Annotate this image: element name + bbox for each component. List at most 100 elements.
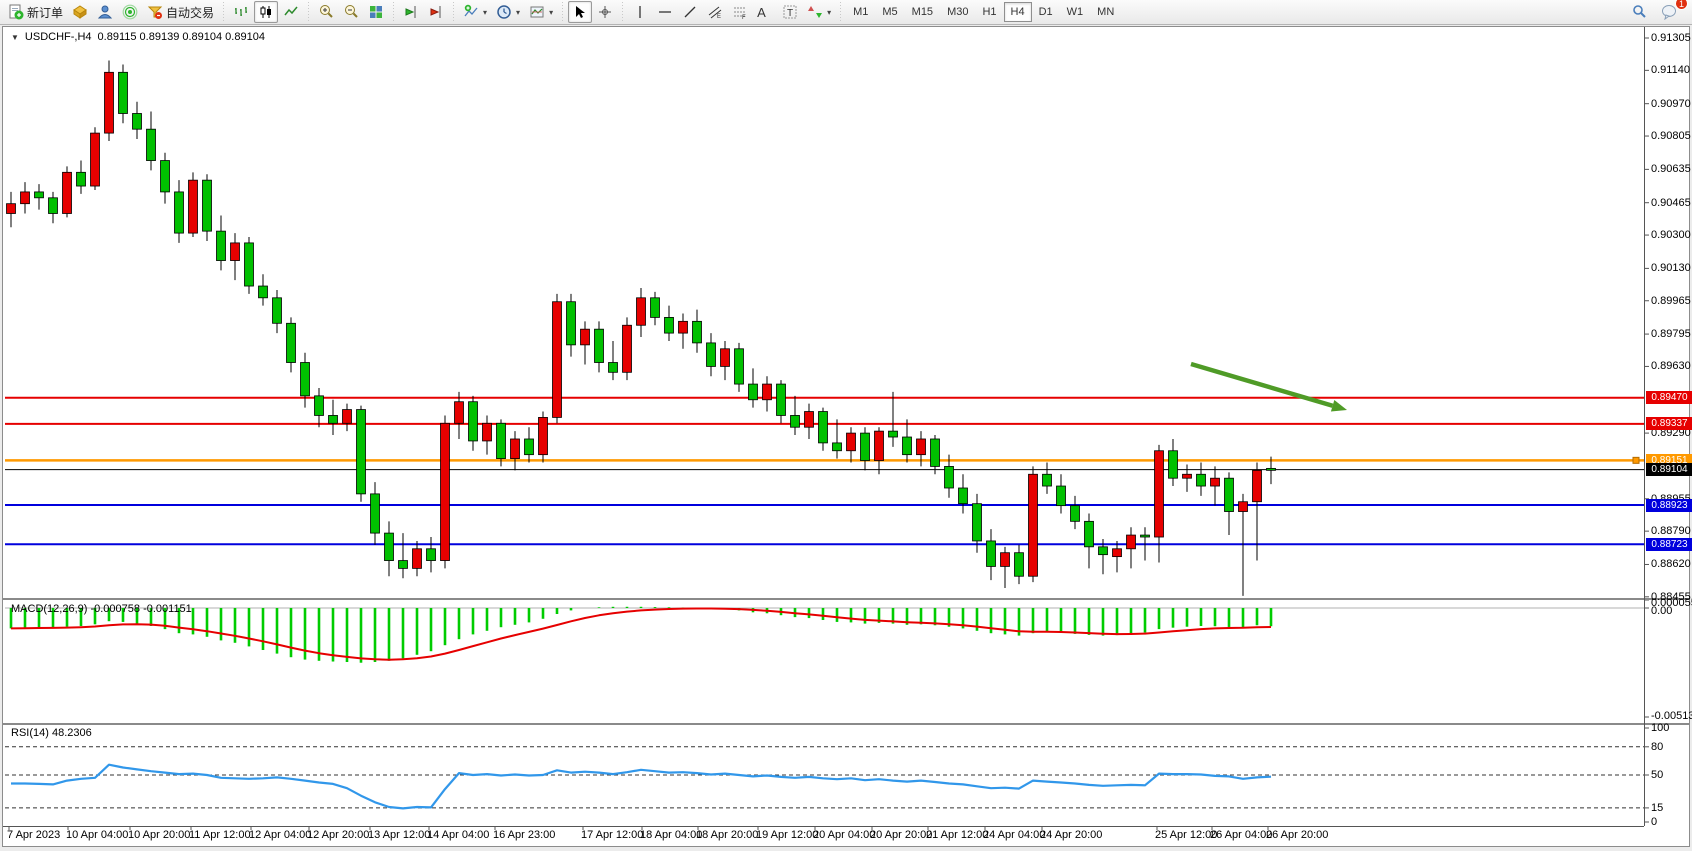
cursor-icon <box>572 4 588 20</box>
new-order-label: 新订单 <box>27 4 63 21</box>
bullish-candle <box>1211 478 1220 486</box>
bullish-candle <box>805 412 814 428</box>
autotrade-button[interactable]: 自动交易 <box>143 1 218 23</box>
date-tick-label: 17 Apr 12:00 <box>581 829 643 841</box>
periods-button[interactable]: ▾ <box>492 1 524 23</box>
bearish-candle <box>1141 535 1150 537</box>
bar-chart-mode-button[interactable] <box>229 1 253 23</box>
support-price-tag: 0.88923 <box>1646 499 1692 512</box>
line-chart-mode-button[interactable] <box>279 1 303 23</box>
profile-button[interactable] <box>93 1 117 23</box>
date-tick-label: 21 Apr 12:00 <box>926 829 988 841</box>
line-chart-icon <box>283 4 299 20</box>
toolbar-separator <box>451 2 456 22</box>
horizontal-line-tool-button[interactable] <box>653 1 677 23</box>
rsi-pane-divider[interactable] <box>3 723 1689 725</box>
template-icon <box>529 4 545 20</box>
bullish-candle <box>847 433 856 451</box>
signal-icon <box>122 4 138 20</box>
price-tick-label: 0.91305 <box>1651 32 1691 44</box>
bearish-candle <box>973 504 982 541</box>
bearish-candle <box>469 402 478 441</box>
templates-button[interactable]: ▾ <box>525 1 557 23</box>
bearish-candle <box>399 561 408 569</box>
search-button[interactable] <box>1627 1 1651 23</box>
auto-scroll-button[interactable] <box>399 1 423 23</box>
price-tick-label: 0.88790 <box>1651 525 1691 537</box>
bullish-candle <box>1113 549 1122 557</box>
bearish-candle <box>175 192 184 233</box>
bearish-candle <box>427 549 436 561</box>
bullish-candle <box>917 439 926 455</box>
notifications-button[interactable]: 1 <box>1657 1 1682 23</box>
trendline-icon <box>682 4 698 20</box>
bearish-candle <box>329 415 338 423</box>
timeframe-button-d1[interactable]: D1 <box>1032 2 1060 22</box>
horizontal-line-icon <box>657 4 673 20</box>
bullish-candle <box>511 439 520 459</box>
rsi-indicator-label: RSI(14) 48.2306 <box>11 727 92 739</box>
bearish-candle <box>161 161 170 192</box>
date-tick-label: 24 Apr 04:00 <box>983 829 1045 841</box>
bullish-candle <box>1155 451 1164 537</box>
date-tick-label: 18 Apr 04:00 <box>640 829 702 841</box>
timeframe-button-m1[interactable]: M1 <box>846 2 875 22</box>
channel-tool-button[interactable]: E <box>703 1 727 23</box>
price-axis[interactable] <box>1644 27 1645 826</box>
trendline-tool-button[interactable] <box>678 1 702 23</box>
timeframe-button-w1[interactable]: W1 <box>1060 2 1091 22</box>
macd-signal-line <box>11 609 1271 660</box>
bearish-candle <box>77 172 86 186</box>
macd-pane-divider[interactable] <box>3 598 1689 600</box>
toolbar-separator <box>391 2 396 22</box>
new-order-button[interactable]: 新订单 <box>4 1 67 23</box>
date-tick-label: 26 Apr 20:00 <box>1266 829 1328 841</box>
bearish-candle <box>903 437 912 455</box>
signals-button[interactable] <box>118 1 142 23</box>
timeframe-button-m15[interactable]: M15 <box>905 2 940 22</box>
bearish-candle <box>707 343 716 367</box>
bullish-candle <box>581 329 590 345</box>
bearish-candle <box>945 466 954 488</box>
rsi-axis-tick-label: 80 <box>1651 741 1663 753</box>
bearish-candle <box>693 321 702 343</box>
bullish-candle <box>1253 470 1262 501</box>
bearish-candle <box>133 113 142 129</box>
market-watch-button[interactable] <box>68 1 92 23</box>
chart-window[interactable]: ▼ USDCHF-,H4 0.89115 0.89139 0.89104 0.8… <box>2 26 1690 847</box>
price-tick-label: 0.89965 <box>1651 295 1691 307</box>
date-tick-label: 12 Apr 04:00 <box>249 829 311 841</box>
bearish-candle <box>1057 486 1066 506</box>
text-label-tool-button[interactable]: T <box>778 1 802 23</box>
bullish-candle <box>1001 553 1010 567</box>
timeframe-button-h1[interactable]: H1 <box>975 2 1003 22</box>
bearish-candle <box>1071 506 1080 522</box>
arrows-tool-button[interactable]: ▾ <box>803 1 835 23</box>
bullish-candle <box>1029 474 1038 576</box>
arrows-icon <box>807 4 823 20</box>
timeframe-button-m30[interactable]: M30 <box>940 2 975 22</box>
timeframe-button-h4[interactable]: H4 <box>1004 2 1032 22</box>
date-tick-label: 26 Apr 04:00 <box>1210 829 1272 841</box>
tile-windows-button[interactable] <box>364 1 388 23</box>
bearish-candle <box>819 412 828 443</box>
price-tick-label: 0.89630 <box>1651 360 1691 372</box>
date-tick-label: 18 Apr 20:00 <box>696 829 758 841</box>
crosshair-tool-button[interactable] <box>593 1 617 23</box>
candle-chart-mode-button[interactable] <box>254 1 278 23</box>
bearish-candle <box>315 396 324 416</box>
date-tick-label: 12 Apr 20:00 <box>307 829 369 841</box>
timeframe-button-m5[interactable]: M5 <box>875 2 904 22</box>
fibonacci-tool-button[interactable]: F <box>728 1 752 23</box>
timeframe-button-mn[interactable]: MN <box>1090 2 1121 22</box>
bullish-candle <box>539 417 548 454</box>
text-tool-button[interactable]: A <box>753 1 777 23</box>
zoom-in-button[interactable] <box>314 1 338 23</box>
vertical-line-tool-button[interactable] <box>628 1 652 23</box>
bullish-candle <box>1127 535 1136 549</box>
rsi-axis-tick-label: 50 <box>1651 769 1663 781</box>
cursor-tool-button[interactable] <box>568 1 592 23</box>
indicators-button[interactable]: ▾ <box>459 1 491 23</box>
chart-shift-button[interactable] <box>424 1 448 23</box>
zoom-out-button[interactable] <box>339 1 363 23</box>
